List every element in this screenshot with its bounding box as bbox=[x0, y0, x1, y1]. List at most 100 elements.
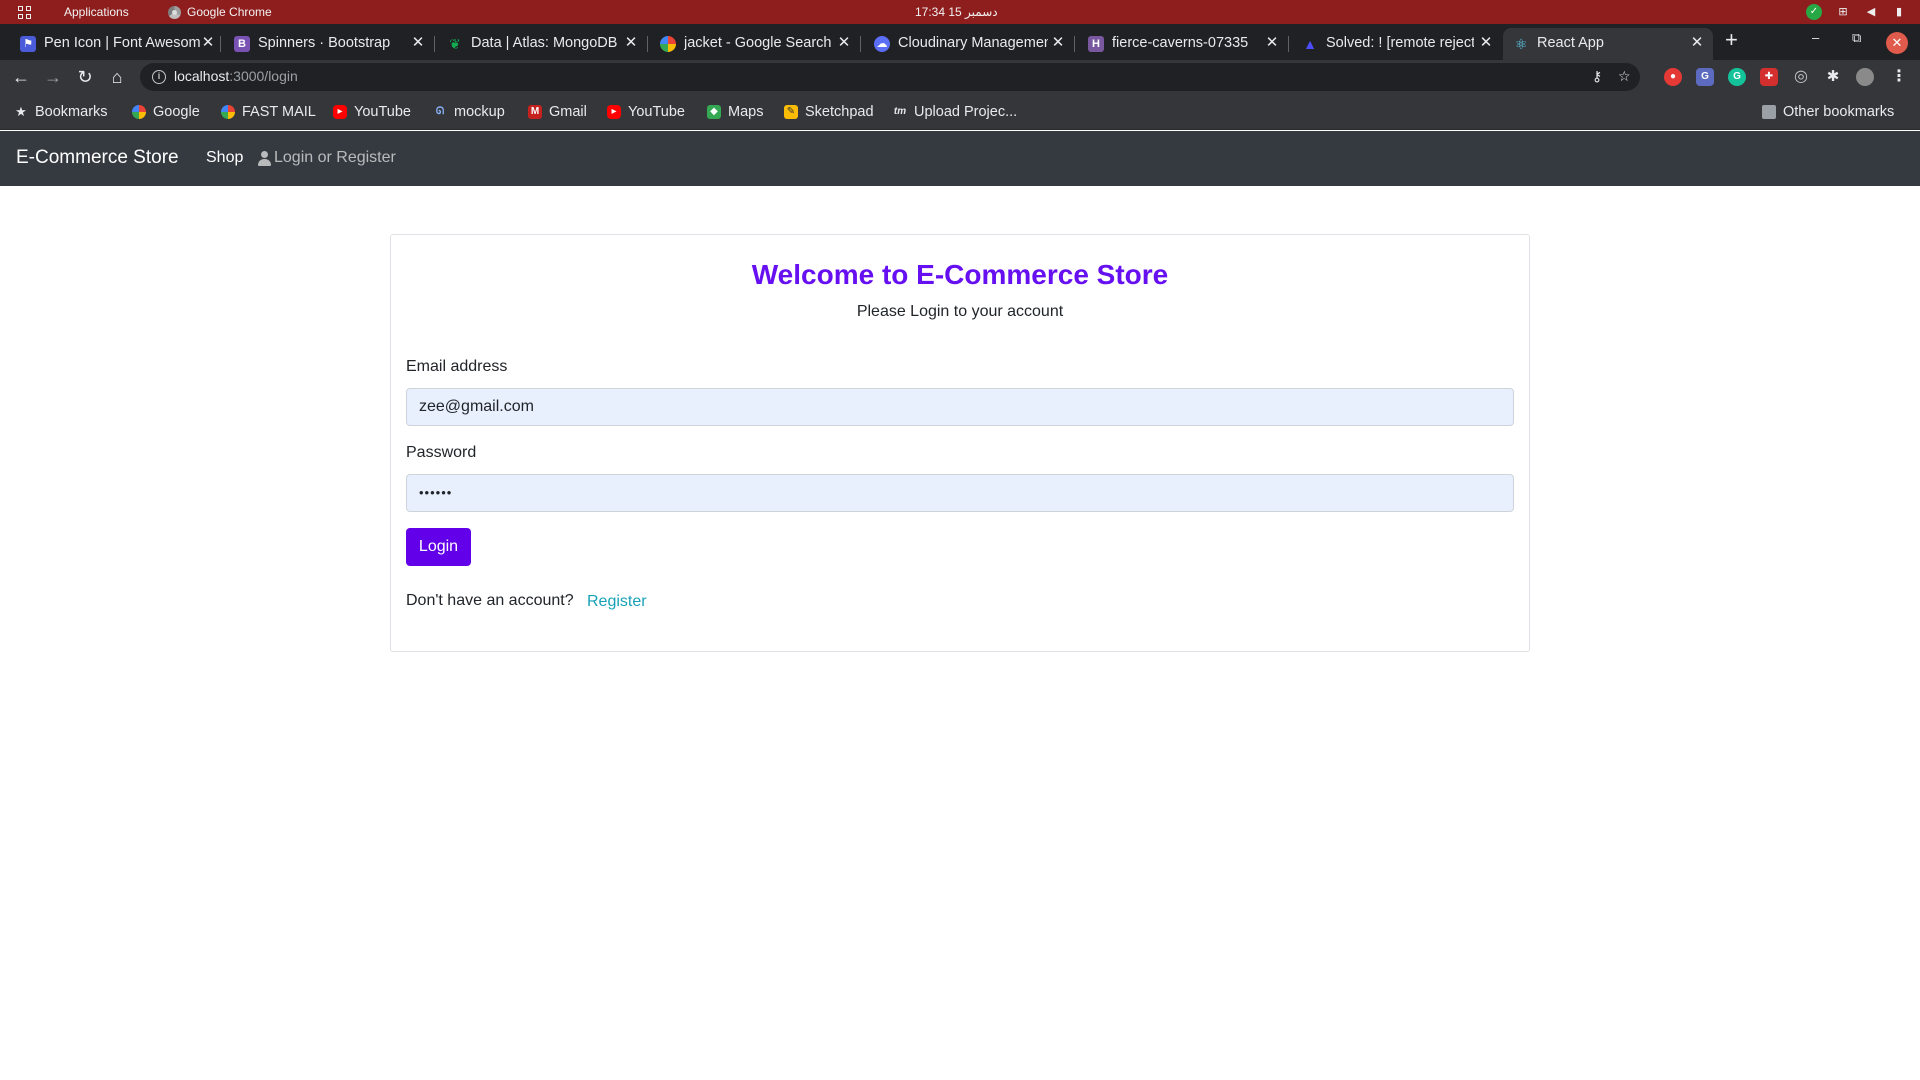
bookmark-item-maps[interactable]: ◆ Maps bbox=[707, 104, 763, 120]
address-bar[interactable]: i localhost:3000/login ⚷ ☆ bbox=[140, 63, 1640, 91]
tab-heroku[interactable]: H fierce-caverns-07335 ✕ bbox=[1078, 28, 1289, 60]
bookmark-item-youtube-2[interactable]: ▸ YouTube bbox=[607, 104, 685, 120]
home-button[interactable]: ⌂ bbox=[106, 66, 128, 88]
tab-label: fierce-caverns-07335 bbox=[1112, 35, 1249, 51]
translate-extension-icon[interactable]: G bbox=[1696, 68, 1714, 86]
tab-separator bbox=[1074, 36, 1075, 52]
profile-avatar[interactable] bbox=[1856, 68, 1874, 86]
system-tray: ✓ ⊞ ◀ ▮ bbox=[1806, 4, 1906, 20]
clock[interactable]: 17:34 15 دسمبر bbox=[915, 5, 998, 19]
bookmark-star-icon[interactable]: ☆ bbox=[1618, 68, 1631, 85]
back-button[interactable]: ← bbox=[10, 66, 32, 88]
google-icon bbox=[660, 36, 676, 52]
restore-button[interactable]: ⧉ bbox=[1852, 30, 1861, 46]
bookmarks-bar: ★ Bookmarks Google FAST MAIL ▸ YouTube ᘏ mo… bbox=[0, 96, 1920, 130]
nav-link-shop[interactable]: Shop bbox=[206, 149, 243, 167]
close-tab-icon[interactable]: ✕ bbox=[1050, 34, 1066, 52]
chrome-icon bbox=[168, 5, 181, 19]
other-bookmarks-label: Other bookmarks bbox=[1783, 104, 1895, 120]
tab-bootstrap[interactable]: B Spinners · Bootstrap ✕ bbox=[224, 28, 435, 60]
puzzle-extensions-icon[interactable]: ✱ bbox=[1824, 68, 1842, 86]
tab-solved[interactable]: ▲ Solved: ! [remote rejected] ✕ bbox=[1292, 28, 1502, 60]
nav-link-login-register[interactable]: Login or Register bbox=[258, 149, 396, 167]
google-icon bbox=[132, 105, 146, 119]
close-tab-icon[interactable]: ✕ bbox=[1689, 34, 1705, 52]
no-account-text: Don't have an account? bbox=[406, 592, 574, 609]
network-icon[interactable]: ⊞ bbox=[1836, 6, 1850, 18]
close-tab-icon[interactable]: ✕ bbox=[836, 34, 852, 52]
bookmark-item-upload-project[interactable]: tm Upload Projec... bbox=[893, 104, 1017, 120]
mockup-icon: ᘏ bbox=[435, 106, 445, 117]
key-icon[interactable]: ⚷ bbox=[1592, 68, 1602, 85]
youtube-icon: ▸ bbox=[607, 105, 621, 119]
tab-label: Data | Atlas: MongoDB bbox=[471, 35, 618, 51]
forward-button[interactable]: → bbox=[42, 66, 64, 88]
volume-icon[interactable]: ◀ bbox=[1864, 6, 1878, 18]
gmail-icon: M bbox=[528, 105, 542, 119]
navbar-brand[interactable]: E-Commerce Store bbox=[16, 147, 179, 169]
cloudinary-icon: ☁ bbox=[874, 36, 890, 52]
tab-font-awesome[interactable]: ⚑ Pen Icon | Font Awesome ✕ bbox=[10, 28, 221, 60]
close-tab-icon[interactable]: ✕ bbox=[623, 34, 639, 52]
bookmark-item-youtube[interactable]: ▸ YouTube bbox=[333, 104, 411, 120]
url-host: localhost bbox=[174, 68, 230, 84]
bookmark-label: Maps bbox=[728, 104, 764, 120]
new-tab-button[interactable]: + bbox=[1725, 28, 1738, 52]
register-link[interactable]: Register bbox=[587, 593, 647, 611]
login-button[interactable]: Login bbox=[406, 528, 471, 566]
password-field[interactable]: •••••• bbox=[406, 474, 1514, 512]
maps-icon: ◆ bbox=[707, 105, 721, 119]
tab-mongodb[interactable]: ❦ Data | Atlas: MongoDB ✕ bbox=[437, 28, 648, 60]
tab-cloudinary[interactable]: ☁ Cloudinary Management ✕ bbox=[864, 28, 1075, 60]
bookmark-item-mockup[interactable]: ᘏ mockup bbox=[433, 104, 505, 120]
bookmark-label: Bookmarks bbox=[35, 104, 108, 120]
minimize-button[interactable]: – bbox=[1812, 30, 1819, 45]
app-grid-icon[interactable] bbox=[18, 6, 32, 20]
atlassian-icon: ▲ bbox=[1303, 36, 1317, 52]
active-app-indicator[interactable]: Google Chrome bbox=[168, 5, 272, 19]
youtube-icon: ▸ bbox=[333, 105, 347, 119]
email-field[interactable]: zee@gmail.com bbox=[406, 388, 1514, 426]
nav-login-label: Login or Register bbox=[274, 149, 396, 166]
other-bookmarks[interactable]: Other bookmarks bbox=[1762, 104, 1894, 120]
bookmark-item-fast-mail[interactable]: FAST MAIL bbox=[221, 104, 316, 120]
tab-google-search[interactable]: jacket - Google Search ✕ bbox=[650, 28, 861, 60]
url-text[interactable]: localhost:3000/login bbox=[174, 68, 298, 84]
site-info-icon[interactable]: i bbox=[152, 70, 166, 84]
tab-label: jacket - Google Search bbox=[684, 35, 832, 51]
bookmark-label: Upload Projec... bbox=[914, 104, 1018, 120]
tab-separator bbox=[1288, 36, 1289, 52]
window-close-button[interactable]: ✕ bbox=[1886, 32, 1908, 54]
close-tab-icon[interactable]: ✕ bbox=[200, 34, 216, 52]
tm-icon: tm bbox=[893, 106, 907, 117]
applications-menu[interactable]: Applications bbox=[64, 5, 129, 19]
url-path: :3000/login bbox=[229, 68, 298, 84]
battery-icon[interactable]: ▮ bbox=[1892, 6, 1906, 18]
reload-button[interactable]: ↻ bbox=[74, 66, 96, 88]
close-tab-icon[interactable]: ✕ bbox=[1478, 34, 1494, 52]
user-icon bbox=[258, 150, 271, 166]
close-tab-icon[interactable]: ✕ bbox=[1264, 34, 1280, 52]
update-check-icon[interactable]: ✓ bbox=[1806, 4, 1822, 20]
tab-strip: ⚑ Pen Icon | Font Awesome ✕ B Spinners ·… bbox=[0, 24, 1920, 60]
kebab-menu-icon[interactable]: ⋮ bbox=[1890, 68, 1908, 86]
tab-react-app[interactable]: ⚛ React App ✕ bbox=[1503, 28, 1713, 60]
bookmark-item-gmail[interactable]: M Gmail bbox=[528, 104, 587, 120]
extension-red-icon[interactable]: ● bbox=[1664, 68, 1682, 86]
close-tab-icon[interactable]: ✕ bbox=[410, 34, 426, 52]
bookmark-item-bookmarks[interactable]: ★ Bookmarks bbox=[14, 104, 108, 120]
google-icon bbox=[221, 105, 235, 119]
extension-circle-icon[interactable]: ◎ bbox=[1792, 68, 1810, 86]
page-subtitle: Please Login to your account bbox=[856, 303, 1064, 320]
grammarly-icon[interactable]: G bbox=[1728, 68, 1746, 86]
folder-icon bbox=[1762, 105, 1776, 119]
react-icon: ⚛ bbox=[1514, 36, 1528, 52]
font-awesome-flag-icon: ⚑ bbox=[20, 36, 36, 52]
app-navbar: E-Commerce Store Shop Login or Register bbox=[0, 131, 1920, 186]
bookmark-label: FAST MAIL bbox=[242, 104, 316, 120]
extension-screenshot-icon[interactable]: ✚ bbox=[1760, 68, 1778, 86]
bookmark-item-google[interactable]: Google bbox=[132, 104, 200, 120]
bookmark-label: YouTube bbox=[628, 104, 685, 120]
bookmark-item-sketchpad[interactable]: ✎ Sketchpad bbox=[784, 104, 874, 120]
tab-separator bbox=[860, 36, 861, 52]
